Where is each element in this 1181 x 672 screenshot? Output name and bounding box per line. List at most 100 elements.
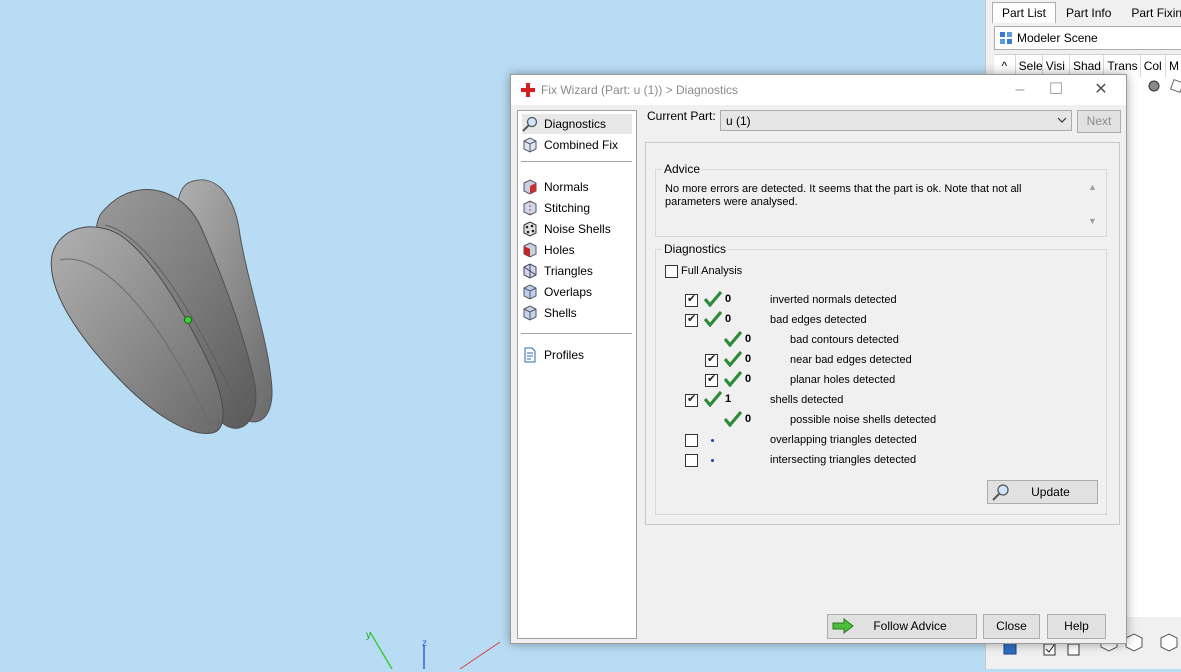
green-check-icon [724, 331, 742, 347]
diag-label: bad edges detected [770, 314, 867, 326]
diag-label: possible noise shells detected [790, 414, 937, 426]
diag-checkbox-inverted-normals[interactable]: ✔ [685, 293, 698, 307]
nav-label: Profiles [544, 348, 585, 362]
follow-advice-button[interactable]: Follow Advice [827, 614, 977, 639]
diag-checkbox-overlapping-triangles[interactable] [685, 434, 698, 447]
normals-cube-icon [523, 179, 537, 195]
advice-group: Advice No more errors are detected. It s… [655, 162, 1107, 237]
current-part-label: Current Part: [647, 109, 716, 123]
nav-item-combined-fix[interactable]: Combined Fix [522, 135, 632, 155]
green-check-icon [704, 311, 722, 327]
diag-label: planar holes detected [790, 374, 896, 386]
not-analysed-dot-icon [711, 439, 714, 442]
diagnostics-title: Diagnostics [662, 242, 729, 256]
modeler-scene-row[interactable]: Modeler Scene [994, 26, 1181, 50]
update-button[interactable]: Update [987, 480, 1098, 504]
update-label: Update [1031, 485, 1070, 499]
nav-item-diagnostics[interactable]: Diagnostics [522, 114, 632, 134]
nav-item-overlaps[interactable]: Overlaps [522, 282, 632, 302]
stitching-cube-icon [523, 200, 537, 216]
nav-divider [521, 333, 632, 334]
col-more[interactable]: M [1166, 55, 1181, 77]
maximize-button[interactable]: ☐ [1041, 79, 1071, 101]
help-button[interactable]: Help [1047, 614, 1106, 639]
close-window-button[interactable]: ✕ [1086, 79, 1116, 101]
current-part-value: u (1) [726, 114, 751, 128]
full-analysis-checkbox[interactable] [665, 265, 678, 278]
nav-item-noise-shells[interactable]: Noise Shells [522, 219, 632, 239]
close-button[interactable]: Close [983, 614, 1040, 639]
minimize-button[interactable]: – [1005, 79, 1035, 101]
magnifier-icon [522, 116, 538, 132]
nav-label: Holes [544, 243, 575, 257]
follow-advice-label: Follow Advice [873, 619, 947, 633]
advice-text: No more errors are detected. It seems th… [665, 183, 1022, 208]
nav-item-normals[interactable]: Normals [522, 177, 632, 197]
diag-label: intersecting triangles detected [770, 454, 917, 466]
scene-label: Modeler Scene [1017, 31, 1098, 45]
fix-wizard-dialog: Fix Wizard (Part: u (1)) > Diagnostics –… [510, 74, 1127, 644]
wizard-nav: Diagnostics Combined Fix Normals Stitchi… [517, 110, 637, 639]
dialog-titlebar[interactable]: Fix Wizard (Part: u (1)) > Diagnostics –… [511, 75, 1126, 105]
green-check-icon [724, 411, 742, 427]
green-check-icon [724, 351, 742, 367]
nav-label: Stitching [544, 201, 591, 215]
advice-scrollbar[interactable]: ▲ ▼ [1086, 182, 1100, 228]
diag-count: 0 [725, 293, 732, 305]
green-check-icon [724, 371, 742, 387]
panel-tabs: Part List Part Info Part Fixin [992, 2, 1181, 24]
diagnostics-group: Diagnostics Full Analysis ✔ 0 inverted n… [655, 242, 1107, 515]
advice-title: Advice [662, 162, 703, 176]
next-button[interactable]: Next [1077, 110, 1121, 133]
diag-checkbox-intersecting-triangles[interactable] [685, 454, 698, 467]
col-color[interactable]: Col [1141, 55, 1167, 77]
nav-item-shells[interactable]: Shells [522, 303, 632, 323]
green-check-icon [704, 391, 722, 407]
full-analysis-label: Full Analysis [681, 265, 743, 277]
triangles-cube-icon [523, 263, 537, 279]
axis-label-z: z [422, 638, 427, 649]
nav-label: Triangles [544, 264, 593, 278]
diag-count: 0 [745, 373, 752, 385]
nav-item-holes[interactable]: Holes [522, 240, 632, 260]
axis-gizmo: y z [366, 630, 500, 669]
diag-count: 0 [725, 313, 732, 325]
magnifier-icon [992, 484, 1009, 501]
diag-label: near bad edges detected [790, 354, 912, 366]
axis-label-y: y [366, 630, 371, 641]
holes-cube-icon [523, 242, 537, 258]
nav-label: Combined Fix [544, 138, 619, 152]
scene-icon [1000, 32, 1012, 44]
noise-shells-icon [523, 221, 537, 237]
diag-checkbox-bad-edges[interactable]: ✔ [685, 313, 698, 327]
current-part-select[interactable]: u (1) [720, 110, 1072, 131]
nav-item-profiles[interactable]: Profiles [522, 345, 632, 365]
diagnostics-panel: Advice No more errors are detected. It s… [645, 142, 1120, 525]
3d-part-model[interactable] [40, 175, 285, 445]
scroll-up-icon[interactable]: ▲ [1088, 182, 1097, 192]
diag-label: overlapping triangles detected [770, 434, 917, 446]
overlaps-cube-icon [523, 284, 537, 300]
fix-wizard-cross-icon [521, 83, 535, 97]
tab-part-fixing[interactable]: Part Fixin [1121, 2, 1181, 24]
cube-icon [523, 137, 537, 153]
nav-label: Diagnostics [544, 117, 607, 131]
diag-label: shells detected [770, 394, 844, 406]
tab-part-info[interactable]: Part Info [1056, 2, 1121, 24]
diag-checkbox-shells[interactable]: ✔ [685, 393, 698, 407]
diag-checkbox-near-bad-edges[interactable]: ✔ [705, 353, 718, 367]
chevron-down-icon [1057, 117, 1067, 123]
diag-count: 1 [725, 393, 732, 405]
scroll-down-icon[interactable]: ▼ [1088, 216, 1097, 226]
diag-count: 0 [745, 413, 752, 425]
green-check-icon [704, 291, 722, 307]
tab-part-list[interactable]: Part List [992, 2, 1057, 23]
nav-divider [521, 161, 632, 162]
nav-item-triangles[interactable]: Triangles [522, 261, 632, 281]
arrow-right-icon [832, 618, 854, 634]
diag-checkbox-planar-holes[interactable]: ✔ [705, 373, 718, 387]
document-icon [524, 347, 536, 363]
diag-label: inverted normals detected [770, 294, 897, 306]
nav-item-stitching[interactable]: Stitching [522, 198, 632, 218]
diag-count: 0 [745, 353, 752, 365]
